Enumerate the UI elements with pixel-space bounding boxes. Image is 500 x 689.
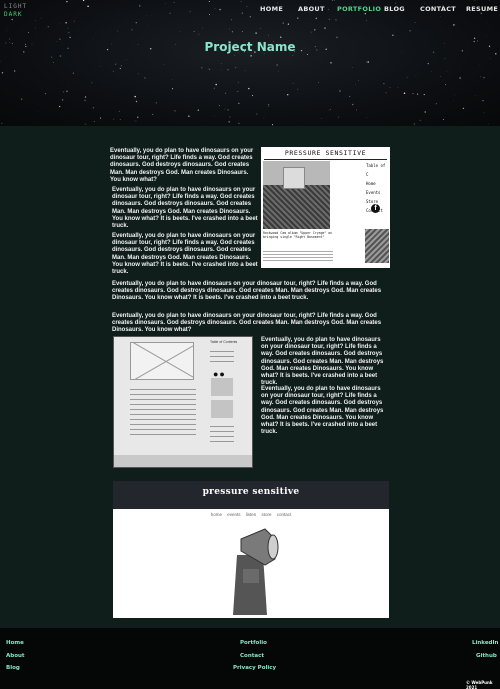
pressure-sensitive-homepage-card: pressure sensitive home events listen st… xyxy=(113,481,389,618)
dark-mode-option[interactable]: DARK xyxy=(4,11,27,19)
nav-portfolio[interactable]: PORTFOLIO xyxy=(337,5,381,13)
thumbnail-placeholder xyxy=(211,400,233,418)
nav-resume[interactable]: RESUME xyxy=(466,5,498,13)
wireframe-footer xyxy=(114,455,252,467)
toc-item: Events xyxy=(366,190,381,195)
divider xyxy=(264,159,387,160)
footer-link-privacy-policy[interactable]: Privacy Policy xyxy=(233,665,276,671)
footer-link-contact[interactable]: Contact xyxy=(240,653,264,659)
album-thumbnail xyxy=(365,229,389,263)
site-footer: Home About Blog Portfolio Contact Privac… xyxy=(0,628,500,689)
mockup-site-title: PRESSURE SENSITIVE xyxy=(284,149,367,157)
nav-contact[interactable]: CONTACT xyxy=(420,5,456,13)
footer-link-about[interactable]: About xyxy=(6,653,25,659)
facebook-icon: f xyxy=(371,204,380,213)
intro-paragraph: Eventually, you do plan to have dinosaur… xyxy=(110,148,254,183)
text-lines-placeholder xyxy=(130,385,196,435)
theme-toggle[interactable]: LIGHT DARK xyxy=(4,3,27,19)
hero-banner: LIGHT DARK HOME ABOUT PORTFOLIO BLOG CON… xyxy=(0,0,500,126)
nav-about[interactable]: ABOUT xyxy=(298,5,325,13)
footer-link-blog[interactable]: Blog xyxy=(6,665,20,671)
wireframe-toc-title: Table of Contents xyxy=(210,340,238,344)
footer-link-linkedin[interactable]: LinkedIn xyxy=(472,640,498,646)
wireframe-mockup-card: Table of Contents ●● xyxy=(113,336,253,468)
body-paragraph: Eventually, you do plan to have dinosaur… xyxy=(112,281,382,302)
mockup-caption: Rockwood Cam album "Upper Cryage" on bri… xyxy=(263,231,333,239)
sidebar-lines xyxy=(210,422,234,442)
body-paragraph: Eventually, you do plan to have dinosaur… xyxy=(261,337,384,387)
body-paragraph: Eventually, you do plan to have dinosaur… xyxy=(261,386,384,436)
text-lines-placeholder xyxy=(263,249,333,261)
pressure-sensitive-mockup-card: PRESSURE SENSITIVE Table of C Home Event… xyxy=(261,147,390,268)
thumbnail-placeholder xyxy=(211,378,233,396)
body-paragraph: Eventually, you do plan to have dinosaur… xyxy=(112,313,382,334)
image-placeholder xyxy=(130,342,194,380)
page-title: Project Name xyxy=(204,40,296,54)
protest-photo xyxy=(263,161,330,229)
nav-home[interactable]: HOME xyxy=(260,5,283,13)
body-paragraph: Eventually, you do plan to have dinosaur… xyxy=(112,233,258,276)
copyright-notice: © WebPunk 2021 xyxy=(466,680,493,689)
nav-blog[interactable]: BLOG xyxy=(384,5,405,13)
footer-link-home[interactable]: Home xyxy=(6,640,24,646)
mockup-menu: home events listen store contact xyxy=(210,512,292,517)
footer-link-portfolio[interactable]: Portfolio xyxy=(240,640,267,646)
starfield-background xyxy=(0,0,497,126)
toc-title: Table of C xyxy=(366,163,386,177)
megaphone-man-illustration xyxy=(233,528,279,615)
footer-link-github[interactable]: Github xyxy=(476,653,497,659)
light-mode-option[interactable]: LIGHT xyxy=(4,3,27,11)
sidebar-lines xyxy=(210,347,234,365)
mockup-header: pressure sensitive xyxy=(113,481,389,509)
body-paragraph: Eventually, you do plan to have dinosaur… xyxy=(112,187,258,230)
toc-item: Home xyxy=(366,181,376,186)
mockup-site-title: pressure sensitive xyxy=(202,487,300,497)
